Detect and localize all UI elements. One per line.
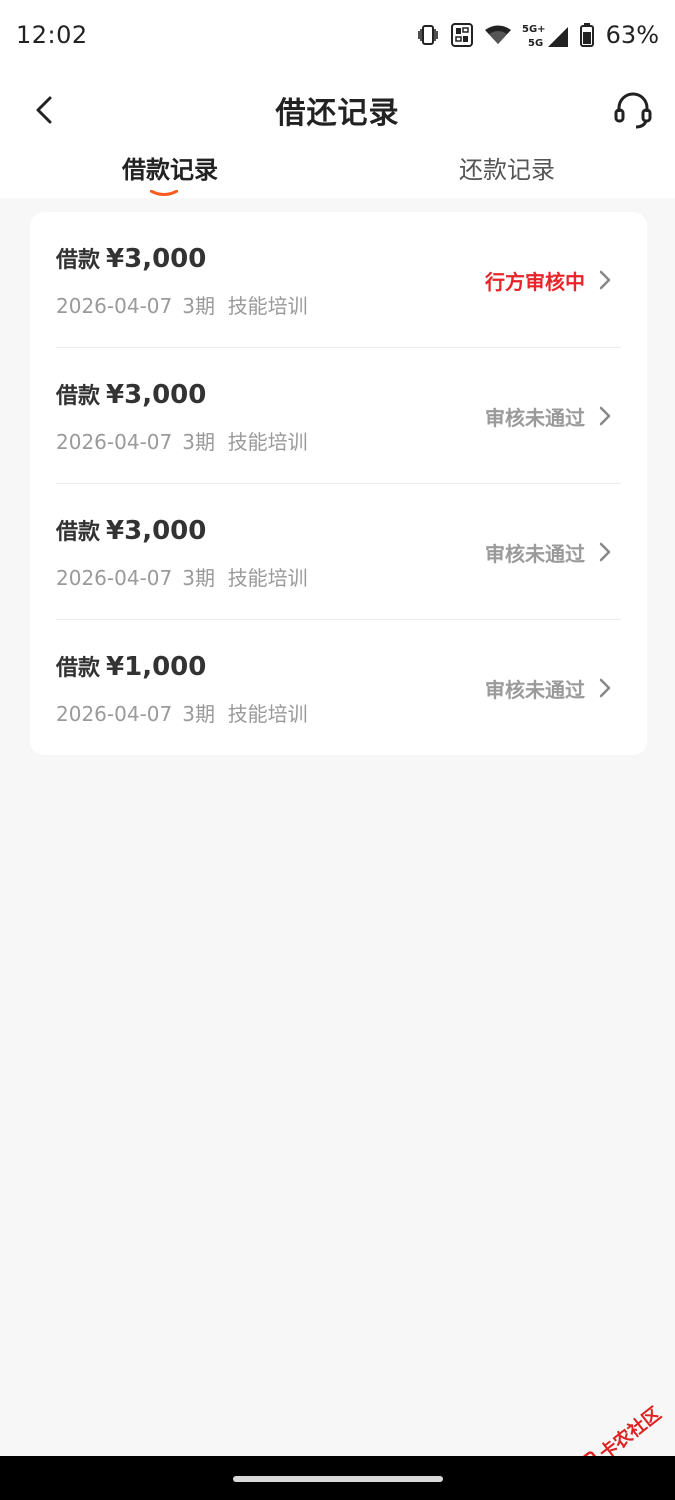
back-button[interactable] — [28, 92, 60, 128]
loan-records-card: 借款 ¥3,000 2026-04-07 3期 技能培训 行方审核中 借款 ¥3,… — [30, 212, 647, 755]
record-row[interactable]: 借款 ¥3,000 2026-04-07 3期 技能培训 审核未通过 — [56, 484, 621, 620]
record-type: 借款 — [56, 520, 101, 545]
record-details: 2026-04-07 3期 技能培训 — [56, 698, 308, 727]
record-date: 2026-04-07 — [56, 566, 173, 590]
status-time: 12:02 — [16, 21, 88, 49]
record-amount: 借款 ¥3,000 — [56, 242, 206, 274]
chevron-right-icon — [599, 678, 611, 698]
headset-icon — [614, 92, 652, 129]
record-type: 借款 — [56, 656, 101, 681]
network-bottom-label: 5G — [528, 38, 543, 49]
record-details: 2026-04-07 3期 技能培训 — [56, 562, 308, 591]
chevron-right-icon — [599, 406, 611, 426]
record-purpose: 技能培训 — [227, 566, 308, 590]
record-tabs: 借款记录 还款记录 — [0, 150, 675, 198]
customer-service-button[interactable] — [613, 88, 653, 132]
record-status: 审核未通过 — [485, 406, 585, 430]
chevron-right-icon — [599, 270, 611, 290]
tab-label: 借款记录 — [122, 156, 218, 184]
record-type: 借款 — [56, 248, 101, 273]
record-details: 2026-04-07 3期 技能培训 — [56, 426, 308, 455]
record-term: 3期 — [182, 430, 215, 454]
record-date: 2026-04-07 — [56, 294, 173, 318]
tab-repay-records[interactable]: 还款记录 — [427, 152, 587, 196]
nfc-icon — [450, 22, 474, 48]
record-amount: 借款 ¥1,000 — [56, 650, 206, 682]
record-row[interactable]: 借款 ¥3,000 2026-04-07 3期 技能培训 审核未通过 — [56, 348, 621, 484]
screen: 12:02 5G+ 5G 63% 借还记录 借款记录 还款记录 借款 ¥3,00… — [0, 0, 675, 1500]
record-type: 借款 — [56, 384, 101, 409]
record-term: 3期 — [182, 566, 215, 590]
status-icons: 5G+ 5G 63% — [416, 21, 659, 49]
tab-label: 还款记录 — [459, 156, 555, 184]
chevron-left-icon — [36, 96, 52, 124]
record-purpose: 技能培训 — [227, 702, 308, 726]
header: 借还记录 — [0, 70, 675, 150]
record-amount-value: ¥1,000 — [106, 652, 207, 682]
record-status: 审核未通过 — [485, 542, 585, 566]
record-amount-value: ¥3,000 — [106, 380, 207, 410]
wifi-icon — [484, 24, 512, 46]
record-amount-value: ¥3,000 — [106, 516, 207, 546]
record-purpose: 技能培训 — [227, 430, 308, 454]
network-top-label: 5G+ — [522, 24, 546, 35]
vibrate-icon — [416, 23, 440, 47]
battery-percent: 63% — [605, 21, 659, 49]
home-indicator[interactable] — [233, 1476, 443, 1482]
record-status: 行方审核中 — [485, 270, 585, 294]
chevron-right-icon — [599, 542, 611, 562]
record-amount-value: ¥3,000 — [106, 244, 207, 274]
record-purpose: 技能培训 — [227, 294, 308, 318]
record-term: 3期 — [182, 294, 215, 318]
record-date: 2026-04-07 — [56, 702, 173, 726]
record-amount: 借款 ¥3,000 — [56, 378, 206, 410]
record-row[interactable]: 借款 ¥3,000 2026-04-07 3期 技能培训 行方审核中 — [56, 212, 621, 348]
record-term: 3期 — [182, 702, 215, 726]
system-nav-bar — [0, 1456, 675, 1500]
status-bar: 12:02 5G+ 5G 63% — [0, 0, 675, 70]
page-title: 借还记录 — [275, 96, 400, 131]
signal-icon: 5G+ 5G — [522, 21, 570, 49]
record-row[interactable]: 借款 ¥1,000 2026-04-07 3期 技能培训 审核未通过 — [56, 620, 621, 756]
record-status: 审核未通过 — [485, 678, 585, 702]
battery-icon — [579, 23, 594, 47]
record-amount: 借款 ¥3,000 — [56, 514, 206, 546]
record-date: 2026-04-07 — [56, 430, 173, 454]
record-details: 2026-04-07 3期 技能培训 — [56, 290, 308, 319]
active-tab-indicator — [150, 190, 178, 196]
